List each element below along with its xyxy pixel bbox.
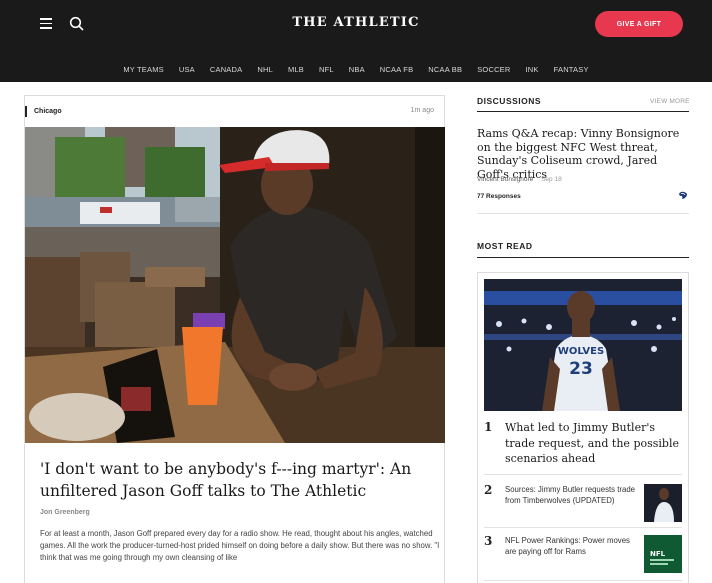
nav-item-usa[interactable]: USA [179,65,195,74]
most-read-photo[interactable]: WOLVES 23 [484,279,682,411]
view-more-link[interactable]: VIEW MORE [650,98,690,105]
discussions-divider [477,111,689,112]
nav-item-nfl[interactable]: NFL [319,65,334,74]
discussion-date: Sep 18 [541,176,562,183]
thumb-2-illustration [644,484,682,522]
most-read-divider-1 [484,474,682,475]
most-read-divider [477,257,689,258]
feature-photo-illustration [25,127,445,443]
most-read-title-2[interactable]: Sources: Jimmy Butler requests trade fro… [505,484,637,506]
most-read-divider-3 [484,580,682,581]
nav-item-ncaa-bb[interactable]: NCAA BB [428,65,462,74]
discussion-title[interactable]: Rams Q&A recap: Vinny Bonsignore on the … [477,127,689,181]
most-read-title-1[interactable]: What led to Jimmy Butler's trade request… [505,420,680,467]
discussions-heading: DISCUSSIONS [477,96,542,106]
most-read-thumb-2[interactable] [644,484,682,522]
most-read-rank-2: 2 [484,483,493,497]
most-read-heading: MOST READ [477,241,533,251]
nav-item-ink[interactable]: INK [526,65,539,74]
jimmy-butler-photo: WOLVES 23 [484,279,682,411]
nav-item-ncaa-fb[interactable]: NCAA FB [380,65,414,74]
feature-photo[interactable] [25,127,445,443]
most-read-rank-3: 3 [484,534,493,548]
most-read-title-3[interactable]: NFL Power Rankings: Power moves are payi… [505,535,637,557]
most-read-thumb-3[interactable]: NFL [644,535,682,573]
feature-excerpt: For at least a month, Jason Goff prepare… [40,529,440,562]
nav-item-nhl[interactable]: NHL [257,65,273,74]
league-navigation: MY TEAMS USA CANADA NHL MLB NFL NBA NCAA FB NCAA… [0,65,712,74]
nav-item-fantasy[interactable]: FANTASY [554,65,589,74]
thumb-3-illustration: NFL [644,535,682,573]
feature-article-card[interactable]: Chicago 1m ago 'I don't want to be anybo… [24,95,445,583]
thumb-3-text: NFL [650,550,666,558]
nav-item-nba[interactable]: NBA [349,65,365,74]
jersey-number: 23 [569,359,593,379]
rams-logo-icon [679,191,687,199]
discussion-author[interactable]: Vincent Bonsignore [477,176,533,183]
feature-headline[interactable]: 'I don't want to be anybody's f---ing ma… [40,458,435,502]
most-read-divider-2 [484,527,682,528]
discussions-bottom-divider [477,213,689,214]
nav-item-my-teams[interactable]: MY TEAMS [123,65,164,74]
discussion-meta: Vincent Bonsignore Sep 18 [477,176,562,183]
most-read-rank-1: 1 [484,420,493,434]
nav-item-mlb[interactable]: MLB [288,65,304,74]
discussion-responses-link[interactable]: 77 Responses [477,193,521,200]
feature-author[interactable]: Jon Greenberg [40,509,90,516]
article-location[interactable]: Chicago [25,106,62,117]
nav-item-soccer[interactable]: SOCCER [477,65,510,74]
top-header: THE ATHLETIC GIVE A GIFT MY TEAMS USA CANA… [0,0,712,82]
nav-item-canada[interactable]: CANADA [210,65,242,74]
article-timestamp: 1m ago [410,107,434,114]
jersey-text: WOLVES [558,346,604,357]
give-a-gift-button[interactable]: GIVE A GIFT [595,11,683,37]
